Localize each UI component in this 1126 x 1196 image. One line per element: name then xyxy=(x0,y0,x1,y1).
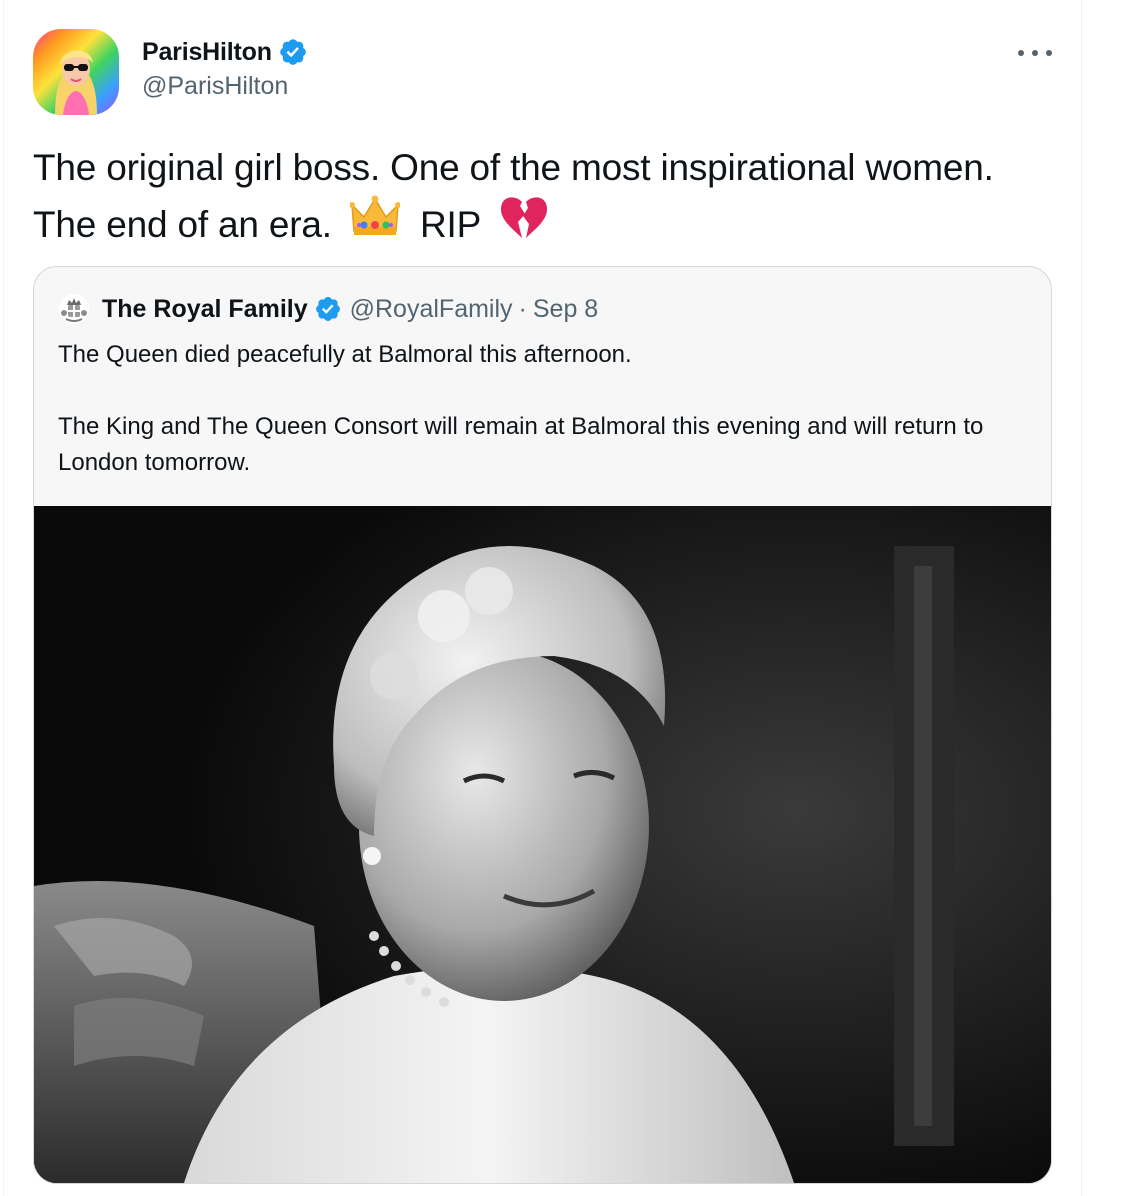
verified-badge-icon xyxy=(278,37,308,67)
quoted-display-name[interactable]: The Royal Family xyxy=(102,295,308,324)
author-avatar[interactable] xyxy=(33,29,119,115)
quoted-tweet-text: The Queen died peacefully at Balmoral th… xyxy=(58,337,1018,481)
more-options-icon[interactable] xyxy=(1018,46,1052,60)
broken-heart-icon xyxy=(498,194,550,254)
timeline-left-border xyxy=(3,0,4,1196)
portrait-photo-icon xyxy=(34,506,1051,1183)
tweet-text: The original girl boss. One of the most … xyxy=(33,141,1043,260)
royal-crest-avatar-icon[interactable] xyxy=(58,293,90,325)
quoted-media-photo[interactable] xyxy=(34,506,1051,1183)
avatar-image-icon xyxy=(33,29,119,115)
timeline-right-border xyxy=(1081,0,1082,1196)
more-dot xyxy=(1018,50,1024,56)
tweet-text-part2: RIP xyxy=(419,203,481,245)
more-dot xyxy=(1032,50,1038,56)
quoted-paragraph-2: The King and The Queen Consort will rema… xyxy=(58,413,984,476)
quoted-date[interactable]: Sep 8 xyxy=(533,295,598,324)
quoted-separator: · xyxy=(518,294,527,323)
quoted-paragraph-1: The Queen died peacefully at Balmoral th… xyxy=(58,341,632,368)
author-display-name[interactable]: ParisHilton xyxy=(142,38,272,67)
quoted-handle[interactable]: @RoyalFamily xyxy=(350,295,513,324)
more-dot xyxy=(1046,50,1052,56)
crown-icon xyxy=(348,195,401,253)
quoted-verified-badge-icon xyxy=(314,295,342,323)
author-name-row[interactable]: ParisHilton xyxy=(142,35,308,69)
quoted-tweet-header: The Royal Family @RoyalFamily · Sep 8 xyxy=(58,289,598,329)
author-handle[interactable]: @ParisHilton xyxy=(142,72,288,101)
quoted-tweet-card[interactable]: The Royal Family @RoyalFamily · Sep 8 Th… xyxy=(33,266,1052,1184)
tweet-frame: ParisHilton @ParisHilton The original gi… xyxy=(0,0,1126,1196)
